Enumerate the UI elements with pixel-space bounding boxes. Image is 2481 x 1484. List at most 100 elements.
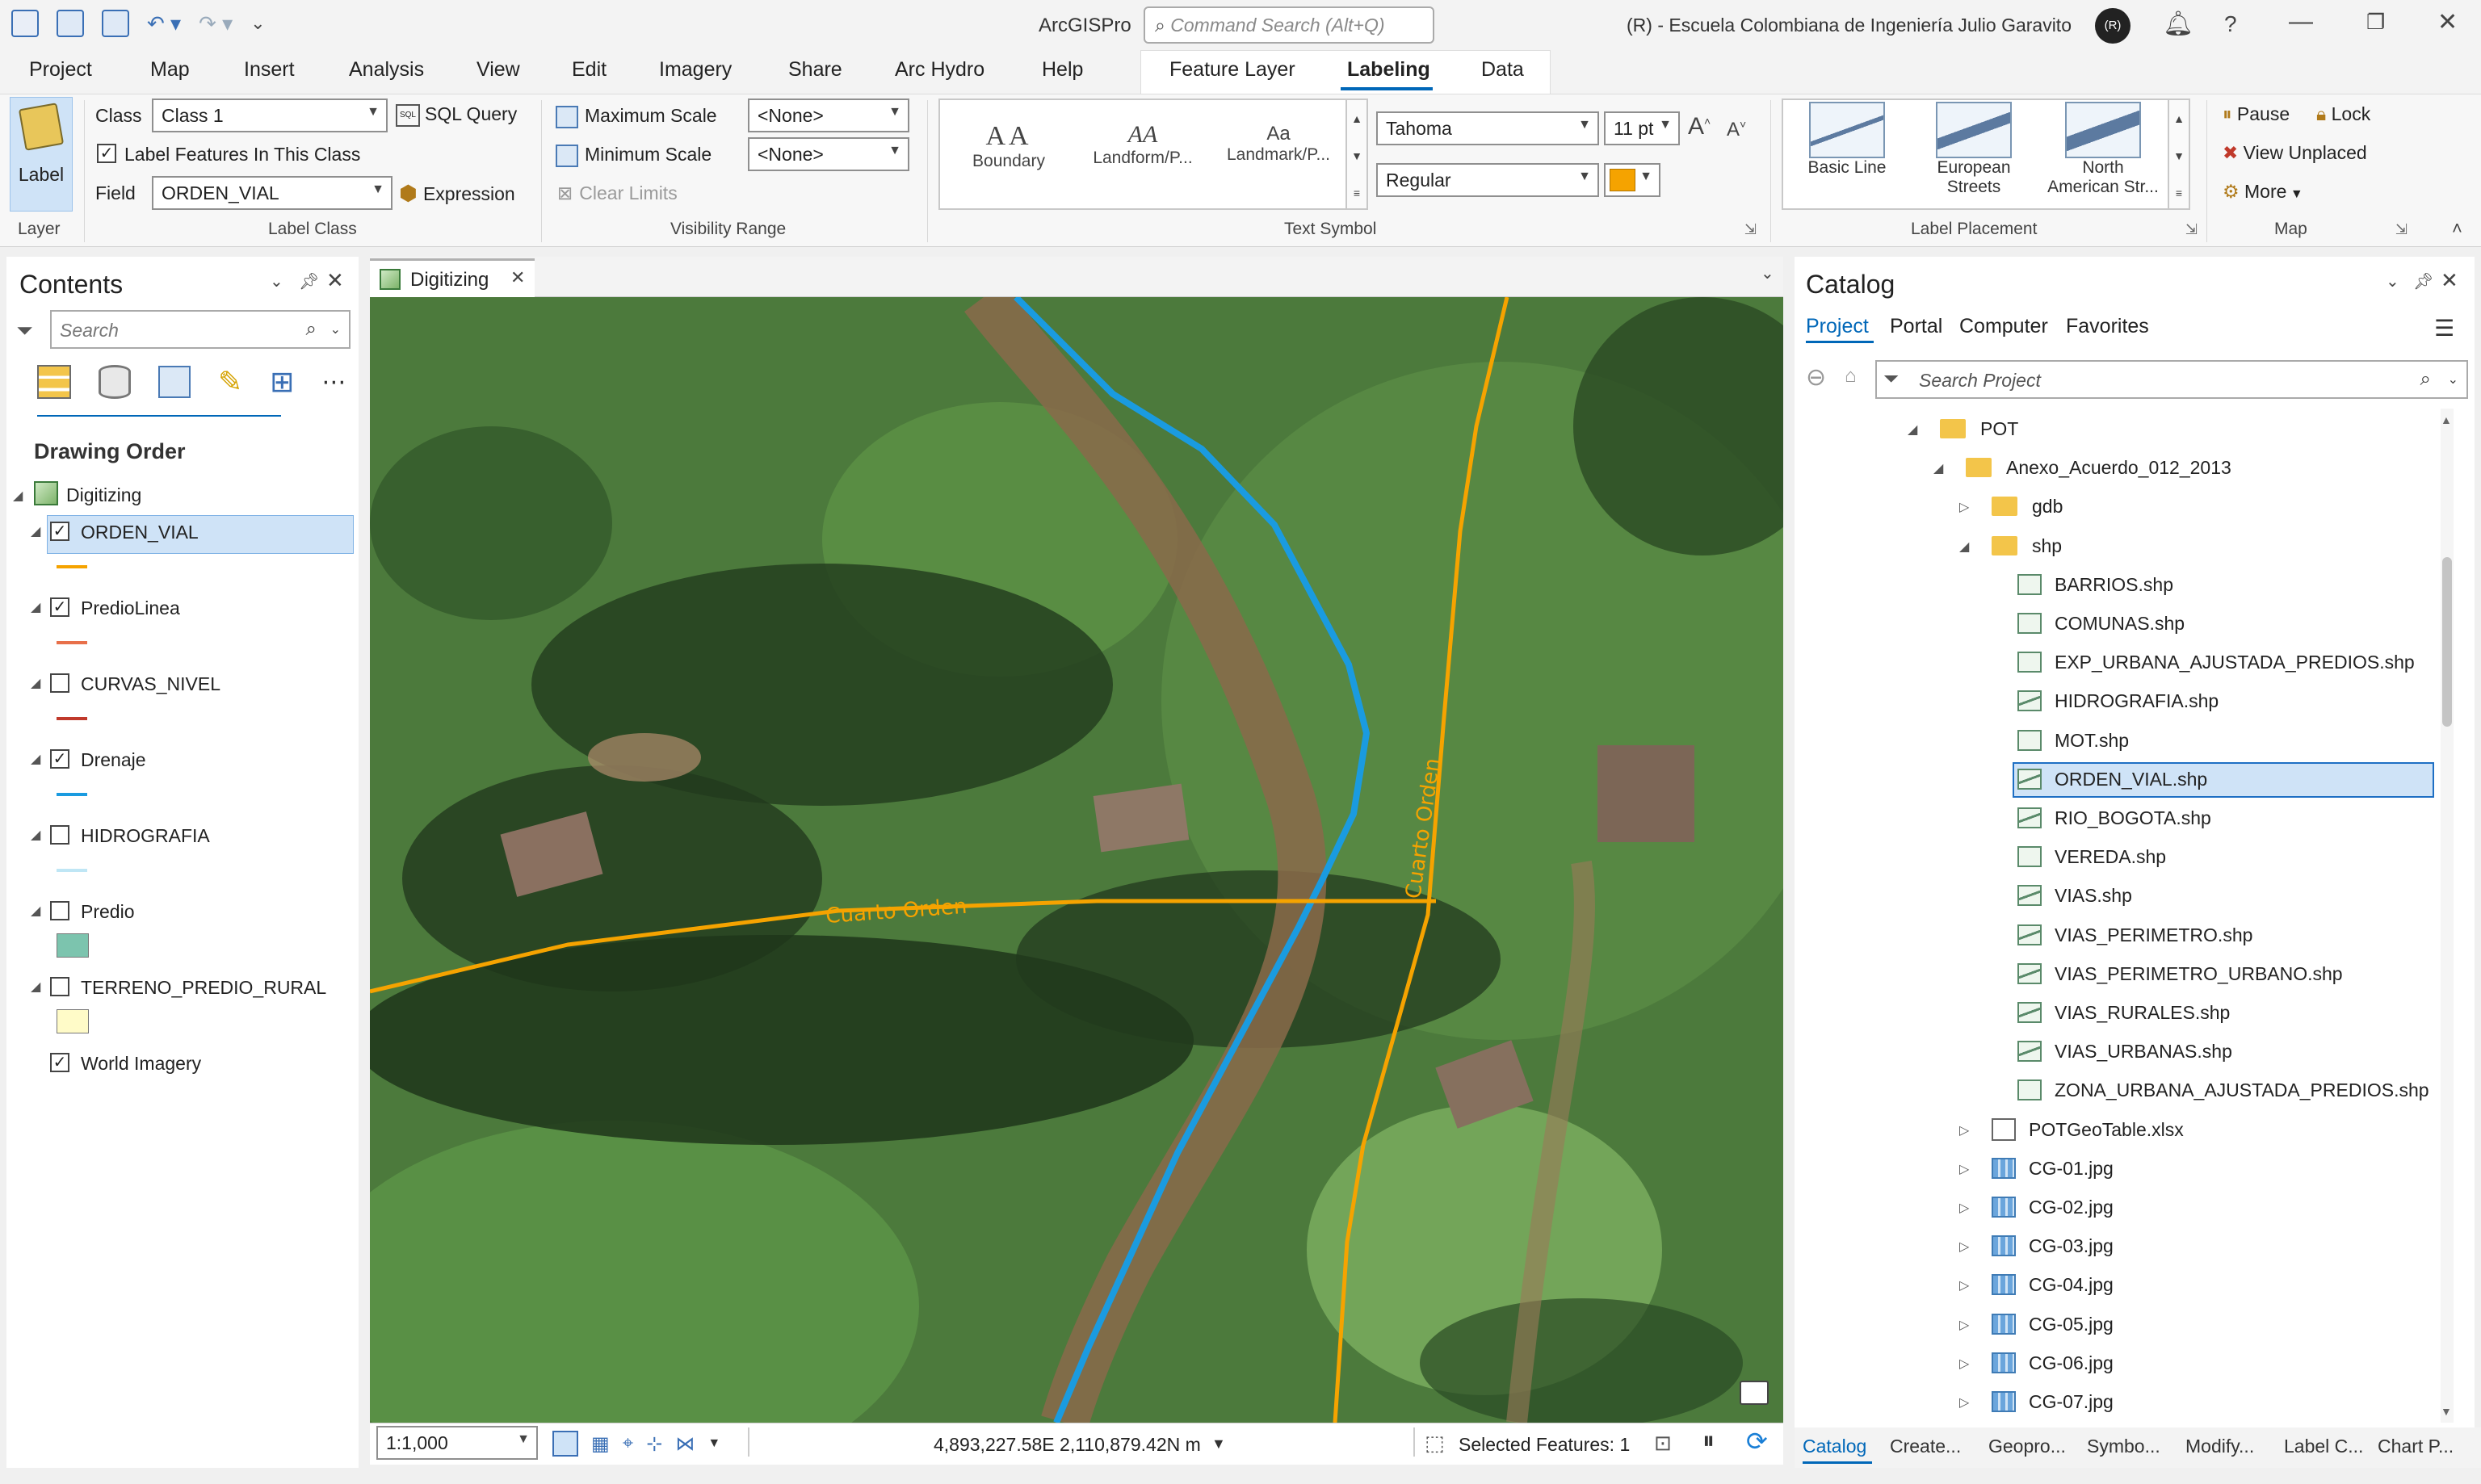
layer-name[interactable]: World Imagery xyxy=(81,1053,201,1075)
scroll-down-icon[interactable]: ▼ xyxy=(2441,1405,2452,1418)
snapping-icon[interactable]: ⌖ xyxy=(623,1432,634,1455)
close-icon[interactable]: ✕ xyxy=(510,267,525,288)
sql-query-button[interactable]: SQL SQL Query xyxy=(396,103,517,127)
chevron-down-icon[interactable]: ▼ xyxy=(707,1436,720,1451)
line-symbol-swatch[interactable] xyxy=(57,793,87,796)
more-options-icon[interactable]: ⋯ xyxy=(321,368,346,396)
class-select[interactable]: Class 1 ▼ xyxy=(152,99,388,132)
clear-limits-button[interactable]: ⊠ Clear Limits xyxy=(557,182,678,204)
contents-search-input[interactable]: Search ⌕ ⌄ xyxy=(50,310,351,349)
lock-button[interactable]: 🔒︎ Lock xyxy=(2316,103,2370,125)
notification-bell-icon[interactable]: 🔔︎ xyxy=(2163,10,2193,38)
home-icon[interactable]: ⌂ xyxy=(1845,365,1857,388)
layer-visibility-checkbox[interactable]: ✓ xyxy=(50,749,69,769)
data-source-icon[interactable] xyxy=(99,365,131,399)
catalog-tab-project[interactable]: Project xyxy=(1806,315,1869,338)
catalog-item[interactable]: CG-05.jpg xyxy=(1992,1306,2114,1343)
catalog-tab-computer[interactable]: Computer xyxy=(1959,315,2048,338)
chevron-down-icon[interactable]: ▼ xyxy=(1211,1436,1226,1453)
maximum-scale-button[interactable]: Maximum Scale xyxy=(556,105,717,128)
catalog-tab-portal[interactable]: Portal xyxy=(1890,315,1942,338)
tab-analysis[interactable]: Analysis xyxy=(349,58,424,82)
expression-button[interactable]: ⬢ Expression xyxy=(399,181,515,206)
pane-tab[interactable]: Chart P... xyxy=(2378,1436,2454,1457)
expand-arrow-icon[interactable]: ▷ xyxy=(1959,1394,1969,1411)
catalog-item[interactable]: COMUNAS.shp xyxy=(2017,605,2185,642)
catalog-item[interactable]: CG-02.jpg xyxy=(1992,1188,2114,1226)
pane-menu-icon[interactable]: ⌄ xyxy=(270,271,283,291)
expand-arrow-icon[interactable]: ▷ xyxy=(1959,1239,1969,1255)
editing-pencil-icon[interactable]: ✎ xyxy=(218,365,242,399)
expand-arrow-icon[interactable]: ◢ xyxy=(31,675,40,691)
catalog-item[interactable]: MOT.shp xyxy=(2017,722,2129,759)
expand-arrow-icon[interactable]: ▷ xyxy=(1959,1277,1969,1293)
minimum-scale-button[interactable]: Minimum Scale xyxy=(556,144,712,167)
gallery-item-landmark[interactable]: Aa Landmark/P... xyxy=(1218,123,1339,165)
label-toggle-button[interactable]: Label xyxy=(10,97,73,212)
font-style-select[interactable]: Regular ▼ xyxy=(1376,163,1599,197)
catalog-item[interactable]: VIAS_PERIMETRO.shp xyxy=(2017,916,2252,954)
expand-arrow-icon[interactable]: ▷ xyxy=(1959,499,1969,515)
dialog-launcher-icon[interactable]: ⇲ xyxy=(2185,221,2198,238)
layer-visibility-checkbox[interactable] xyxy=(50,977,69,996)
tab-map[interactable]: Map xyxy=(150,58,190,82)
grid-icon[interactable] xyxy=(552,1431,578,1457)
expand-arrow-icon[interactable]: ◢ xyxy=(31,523,40,539)
redo-icon[interactable]: ↷ ▾ xyxy=(199,11,233,36)
catalog-item[interactable]: VIAS_RURALES.shp xyxy=(2017,994,2230,1031)
catalog-item[interactable]: HIDROGRAFIA.shp xyxy=(2017,682,2219,719)
pane-tab[interactable]: Geopro... xyxy=(1988,1436,2066,1457)
restore-icon[interactable]: ❐ xyxy=(2366,10,2385,35)
map-refresh-extent-icon[interactable]: ⊡ xyxy=(1654,1431,1672,1456)
customize-qat-icon[interactable]: ⌄ xyxy=(250,13,265,34)
expand-arrow-icon[interactable]: ▷ xyxy=(1959,1161,1969,1177)
scale-select[interactable]: 1:1,000 ▼ xyxy=(376,1426,538,1460)
catalog-item[interactable]: RIO_BOGOTA.shp xyxy=(2017,799,2211,836)
minimize-icon[interactable]: — xyxy=(2289,8,2313,36)
placement-north-american-streets[interactable]: North American Str... xyxy=(2047,102,2160,197)
save-icon[interactable] xyxy=(102,10,129,37)
tab-feature-layer[interactable]: Feature Layer xyxy=(1169,58,1295,82)
pin-icon[interactable]: 📌︎ xyxy=(2413,271,2433,291)
refresh-icon[interactable]: ⟳ xyxy=(1746,1426,1768,1457)
close-icon[interactable]: ✕ xyxy=(2441,268,2458,293)
pane-tab[interactable]: Create... xyxy=(1890,1436,1961,1457)
expand-arrow-icon[interactable]: ◢ xyxy=(31,827,40,843)
layer-name[interactable]: PredioLinea xyxy=(81,597,180,619)
layer-visibility-checkbox[interactable] xyxy=(50,673,69,693)
pause-button[interactable]: ⏸ Pause xyxy=(2223,103,2290,125)
placement-gallery-scroll[interactable]: ▲ ▼ ≡ xyxy=(2169,99,2190,210)
maximum-scale-select[interactable]: <None> ▼ xyxy=(748,99,909,132)
layer-name[interactable]: TERRENO_PREDIO_RURAL xyxy=(81,977,326,999)
dialog-launcher-icon[interactable]: ⇲ xyxy=(2395,221,2408,238)
expand-arrow-icon[interactable]: ◢ xyxy=(31,599,40,615)
collapse-arrow-icon[interactable]: ◢ xyxy=(1908,421,1917,438)
select-features-icon[interactable]: ⬚ xyxy=(1425,1431,1445,1456)
catalog-item[interactable]: POT xyxy=(1940,410,2018,447)
placement-basic-line[interactable]: Basic Line xyxy=(1795,102,1900,178)
catalog-item[interactable]: BARRIOS.shp xyxy=(2017,566,2173,603)
line-symbol-swatch[interactable] xyxy=(57,717,87,720)
catalog-item[interactable]: VIAS.shp xyxy=(2017,877,2132,914)
expand-arrow-icon[interactable]: ◢ xyxy=(31,903,40,919)
catalog-item[interactable]: Anexo_Acuerdo_012_2013 xyxy=(1966,449,2231,486)
more-button[interactable]: ⚙ More ▼ xyxy=(2223,181,2303,203)
tab-insert[interactable]: Insert xyxy=(244,58,295,82)
font-family-select[interactable]: Tahoma ▼ xyxy=(1376,111,1599,145)
catalog-item[interactable]: CG-01.jpg xyxy=(1992,1150,2114,1187)
close-icon[interactable]: ✕ xyxy=(326,268,344,293)
chevron-down-icon[interactable]: ⌄ xyxy=(1761,263,1774,283)
tab-data[interactable]: Data xyxy=(1481,58,1524,82)
command-search-input[interactable]: ⌕ Command Search (Alt+Q) xyxy=(1144,6,1434,44)
catalog-item[interactable]: ORDEN_VIAL.shp xyxy=(2017,761,2207,798)
collapse-ribbon-icon[interactable]: ˄ xyxy=(2452,218,2462,239)
gallery-item-boundary[interactable]: AA Boundary xyxy=(964,121,1053,171)
layer-visibility-checkbox[interactable] xyxy=(50,901,69,920)
pane-tab[interactable]: Catalog xyxy=(1803,1436,1866,1457)
expand-arrow-icon[interactable]: ▷ xyxy=(1959,1317,1969,1333)
scroll-up-icon[interactable]: ▲ xyxy=(2441,413,2452,426)
dialog-launcher-icon[interactable]: ⇲ xyxy=(1744,221,1757,238)
layer-visibility-checkbox[interactable]: ✓ xyxy=(50,522,69,541)
map-tab-digitizing[interactable]: Digitizing ✕ xyxy=(370,258,535,297)
minimum-scale-select[interactable]: <None> ▼ xyxy=(748,137,909,171)
